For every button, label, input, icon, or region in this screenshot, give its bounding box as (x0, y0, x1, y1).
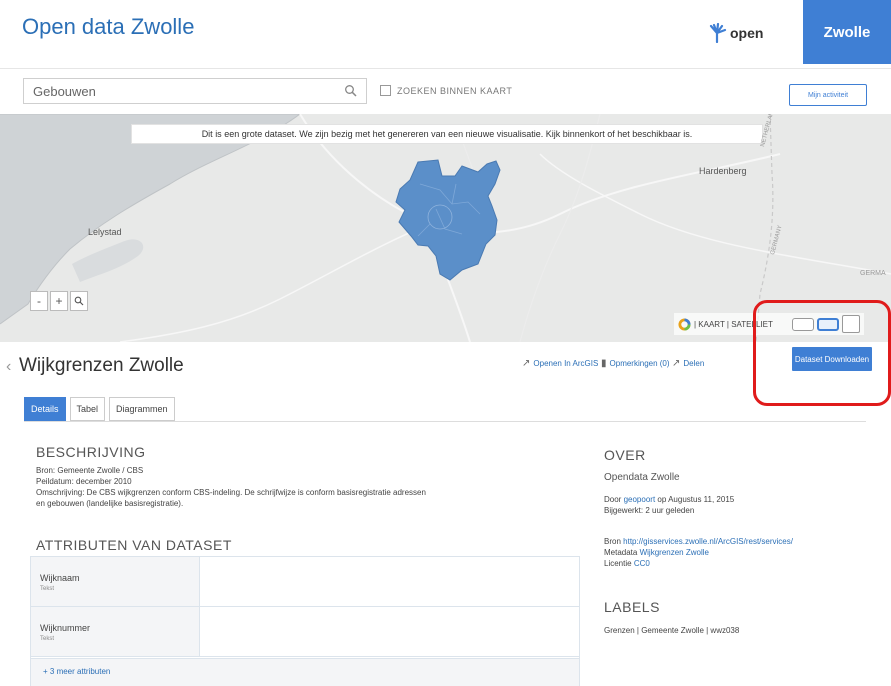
description-text-line-1: Omschrijving: De CBS wijkgrenzen conform… (36, 488, 426, 497)
tab-tabel[interactable]: Tabel (69, 397, 106, 421)
attribute-row[interactable]: Wijknummer Tekst (31, 607, 579, 657)
map-notice: Dit is een grote dataset. We zijn bezig … (131, 124, 763, 144)
highlight-annotation (753, 300, 891, 406)
about-heading: OVER (604, 447, 646, 463)
source-url-link[interactable]: http://gisservices.zwolle.nl/ArcGIS/rest… (623, 537, 793, 546)
search-icon[interactable] (344, 84, 358, 98)
zoom-out-button[interactable]: - (30, 291, 48, 311)
comment-icon: ▮ (601, 358, 607, 369)
search-in-map-toggle[interactable]: ZOEKEN BINNEN KAART (380, 85, 512, 96)
tab-details[interactable]: Details (24, 397, 66, 421)
about-organization: Opendata Zwolle (604, 472, 680, 483)
tab-divider (24, 421, 866, 422)
license-link[interactable]: CC0 (634, 559, 650, 568)
labels-heading: LABELS (604, 599, 660, 615)
attribute-type: Tekst (40, 586, 55, 592)
place-label-hardenberg: Hardenberg (699, 166, 747, 176)
open-logo[interactable]: open (707, 20, 763, 46)
my-activity-button[interactable]: Mijn activiteit (789, 84, 867, 106)
page-title: Wijkgrenzen Zwolle (19, 355, 184, 376)
attributes-heading: ATTRIBUTEN VAN DATASET (36, 537, 232, 553)
metadata-link[interactable]: Wijkgrenzen Zwolle (640, 548, 709, 557)
share-link[interactable]: ↗ Delen (672, 358, 704, 369)
country-label-germany-edge: GERMA (860, 270, 886, 277)
back-chevron-icon[interactable]: ‹ (6, 358, 11, 376)
description-source: Bron: Gemeente Zwolle / CBS (36, 466, 144, 475)
search-in-map-label: ZOEKEN BINNEN KAART (397, 85, 513, 96)
attribute-name-cell: Wijknummer Tekst (31, 607, 200, 656)
description-date: Peildatum: december 2010 (36, 477, 132, 486)
zoom-in-button[interactable]: + (50, 291, 68, 311)
attribute-name: Wijknummer (40, 623, 91, 633)
attribute-name: Wijknaam (40, 573, 80, 583)
attribute-row[interactable]: Wijknaam Tekst (31, 557, 579, 607)
attribute-name-cell: Wijknaam Tekst (31, 557, 200, 606)
description-heading: BESCHRIJVING (36, 444, 146, 460)
tab-diagrammen[interactable]: Diagrammen (109, 397, 175, 421)
external-link-icon: ↗ (522, 358, 531, 369)
open-logo-text: open (730, 25, 764, 41)
more-attributes-link[interactable]: + 3 meer attributen (31, 658, 579, 686)
attributes-table: Wijknaam Tekst Wijknummer Tekst + 3 meer… (30, 556, 580, 686)
map-zoom-controls: - + (30, 291, 88, 311)
open-in-arcgis-link[interactable]: ↗ Openen In ArcGIS (522, 358, 598, 369)
description-text-line-2: en gebouwen (landelijke basisregistratie… (36, 499, 184, 508)
author-link[interactable]: geopoort (624, 495, 656, 504)
magnifier-icon (74, 296, 84, 306)
attribute-type: Tekst (40, 636, 55, 642)
hand-icon (709, 23, 727, 43)
about-metadata-line: Metadata Wijkgrenzen Zwolle (604, 548, 709, 557)
map-search-button[interactable] (70, 291, 88, 311)
search-in-map-checkbox[interactable] (380, 85, 391, 96)
color-wheel-icon[interactable] (678, 317, 691, 331)
search-input[interactable]: Gebouwen (23, 78, 367, 104)
about-updated: Bijgewerkt: 2 uur geleden (604, 506, 695, 515)
zwolle-button[interactable]: Zwolle (803, 0, 891, 64)
dataset-tabs: Details Tabel Diagrammen (24, 397, 175, 421)
share-icon: ↗ (672, 358, 681, 369)
zwolle-district-polygon (395, 159, 501, 281)
search-bar: Gebouwen ZOEKEN BINNEN KAART Mijn activi… (0, 68, 891, 114)
labels-text: Grenzen | Gemeente Zwolle | wwz038 (604, 626, 740, 635)
about-license-line: Licentie CC0 (604, 559, 650, 568)
place-label-lelystad: Lelystad (88, 227, 122, 237)
site-header: Open data Zwolle open Zwolle (0, 0, 891, 68)
about-author-line: Door geopoort op Augustus 11, 2015 (604, 495, 735, 504)
about-source-line: Bron http://gisservices.zwolle.nl/ArcGIS… (604, 537, 793, 546)
comments-link[interactable]: ▮ Opmerkingen (0) (601, 358, 670, 369)
site-title[interactable]: Open data Zwolle (22, 14, 194, 40)
